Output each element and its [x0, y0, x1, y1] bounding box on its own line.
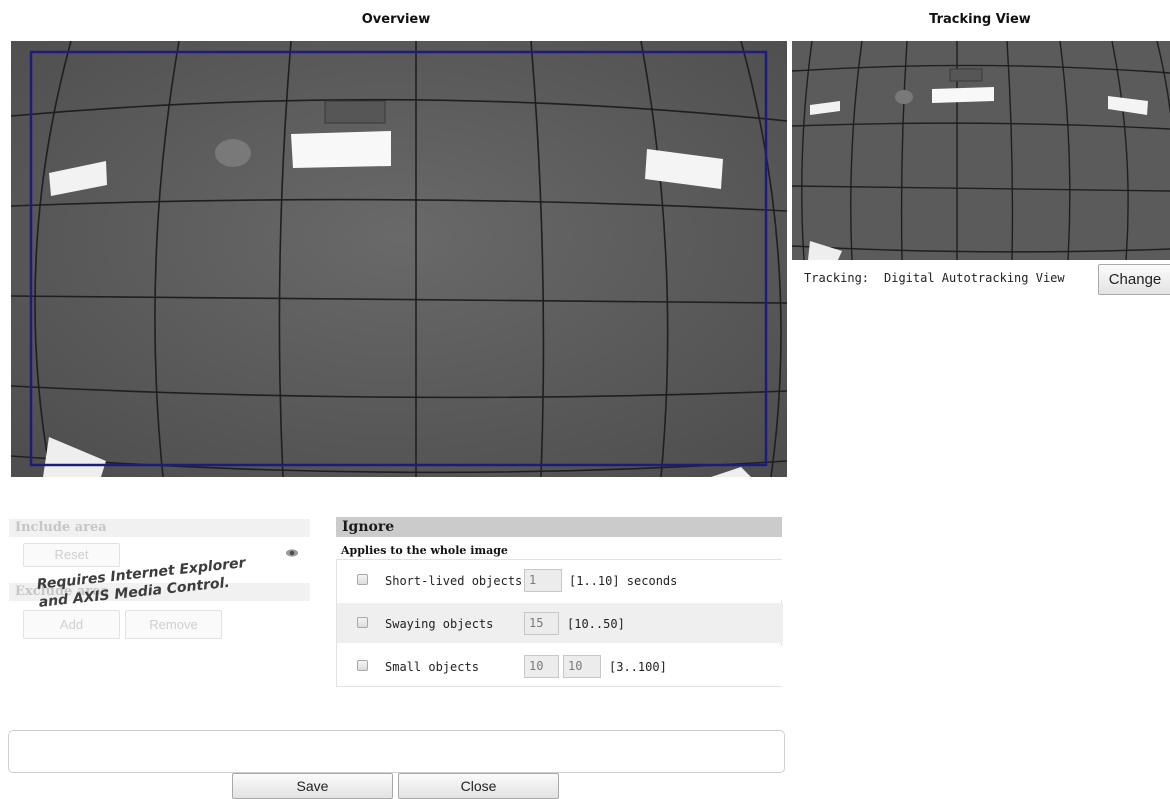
short-lived-label: Short-lived objects: [385, 574, 523, 588]
save-button[interactable]: Save: [232, 773, 393, 799]
close-button[interactable]: Close: [398, 773, 559, 799]
change-button[interactable]: Change: [1098, 264, 1170, 295]
ignore-options-list: Short-lived objects 1 [1..10] seconds Sw…: [336, 559, 783, 687]
small-objects-range: [3..100]: [609, 660, 667, 674]
overview-title: Overview: [361, 12, 431, 27]
ignore-row-small: Small objects 10 10 [3..100]: [337, 646, 783, 686]
tracking-label: Tracking:: [804, 271, 870, 285]
small-objects-height-input[interactable]: 10: [563, 655, 601, 678]
ignore-subheader: Applies to the whole image: [341, 544, 508, 557]
overview-camera-view[interactable]: [11, 41, 787, 477]
small-objects-checkbox[interactable]: [357, 660, 368, 671]
include-area-header-text: Include area: [15, 520, 107, 535]
remove-button[interactable]: Remove: [125, 610, 222, 639]
tracking-fisheye-image: [792, 41, 1170, 260]
tracking-value: Digital Autotracking View: [884, 271, 1065, 285]
add-button[interactable]: Add: [23, 610, 120, 639]
eye-icon[interactable]: [285, 545, 299, 559]
ignore-header-text: Ignore: [342, 519, 395, 535]
ignore-row-swaying: Swaying objects 15 [10..50]: [337, 603, 783, 643]
tracking-camera-view: [792, 41, 1170, 260]
overview-fisheye-image: [11, 41, 787, 477]
small-objects-label: Small objects: [385, 660, 479, 674]
short-lived-checkbox[interactable]: [357, 574, 368, 585]
tracking-view-title: Tracking View: [929, 12, 1031, 27]
ignore-header: Ignore: [336, 517, 782, 537]
swaying-checkbox[interactable]: [357, 617, 368, 628]
small-objects-width-input[interactable]: 10: [524, 655, 559, 678]
swaying-label: Swaying objects: [385, 617, 494, 631]
reset-button[interactable]: Reset: [23, 543, 120, 567]
short-lived-input[interactable]: 1: [524, 569, 562, 592]
status-message-box: [8, 730, 785, 773]
short-lived-range: [1..10] seconds: [569, 574, 678, 588]
swaying-range: [10..50]: [567, 617, 625, 631]
include-area-header: Include area: [9, 519, 310, 537]
ignore-row-short-lived: Short-lived objects 1 [1..10] seconds: [337, 560, 783, 600]
swaying-input[interactable]: 15: [524, 612, 559, 635]
